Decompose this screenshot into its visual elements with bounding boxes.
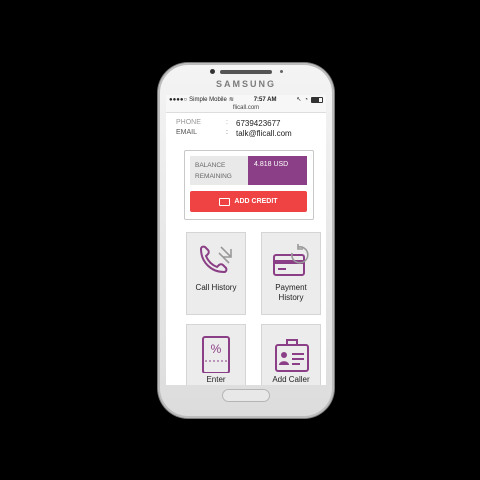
phone-label: PHONE [176,119,201,126]
home-button[interactable] [222,389,270,402]
wifi-icon: ≋ [228,97,234,103]
phone-value: 6739423677 [236,119,281,128]
enter-voucher-tile[interactable]: % Enter [186,324,246,385]
call-history-label: Call History [195,283,237,292]
email-row: EMAIL : talk@flicall.com [176,129,321,138]
phone-device: SAMSUNG ●●●●○ Simple Mobile ≋ 7:57 AM ↖ … [158,63,334,418]
email-value: talk@flicall.com [236,129,292,138]
payment-history-tile[interactable]: Payment History [261,232,321,315]
battery-icon [310,96,323,103]
add-caller-label: Add Caller [272,375,310,384]
balance-value: 4.818 USD [248,156,307,185]
payment-history-label: Payment History [275,283,307,302]
add-caller-tile[interactable]: Add Caller [261,324,321,385]
call-history-tile[interactable]: Call History [186,232,246,315]
voucher-percent-icon: % [202,336,230,373]
balance-summary: BALANCE REMAINING 4.818 USD [190,156,307,185]
balance-label: BALANCE REMAINING [190,156,248,185]
email-label: EMAIL [176,129,198,136]
email-colon: : [226,129,228,136]
carrier-name: Simple Mobile [189,96,227,103]
card-refresh-icon [273,244,309,276]
phone-row: PHONE : 6739423677 [176,119,321,128]
add-credit-button[interactable]: ADD CREDIT [190,191,307,212]
brand-logo: SAMSUNG [215,79,276,89]
add-credit-label: ADD CREDIT [234,198,278,205]
phone-colon: : [226,119,228,126]
id-briefcase-icon [275,339,309,372]
earpiece-speaker [220,70,272,74]
front-camera [210,69,215,74]
signal-icon: ●●●●○ [169,96,188,103]
wallet-icon [219,197,231,206]
url-bar[interactable]: flicall.com [166,104,326,113]
phone-arrows-icon [199,245,232,274]
phone-screen: ●●●●○ Simple Mobile ≋ 7:57 AM ↖ ◔ flical… [166,95,326,385]
svg-text:%: % [211,342,222,356]
alarm-icon: ◔ [304,96,308,103]
location-icon: ↖ [296,97,302,103]
status-time: 7:57 AM [253,96,277,103]
enter-label: Enter [206,375,226,384]
proximity-sensor [280,70,283,73]
status-bar: ●●●●○ Simple Mobile ≋ 7:57 AM ↖ ◔ [166,95,326,104]
balance-card: BALANCE REMAINING 4.818 USD ADD CREDIT [184,150,314,220]
